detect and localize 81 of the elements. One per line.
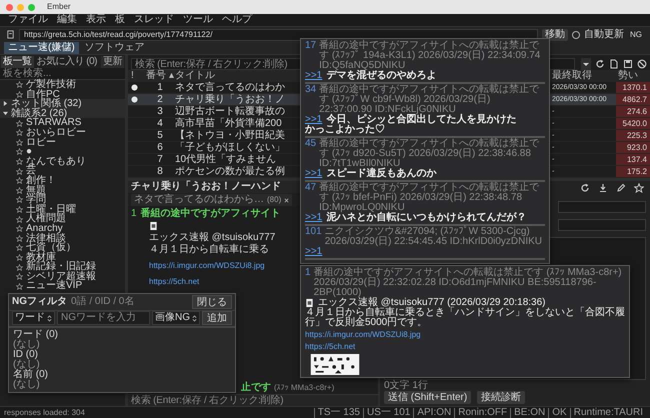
category-name: ネット関係 (32) [11,99,82,109]
board-name: おいらロビー [26,128,86,138]
momentum-cell: 1370.1 [616,82,650,93]
thread-title: 10代男性「すみません [175,154,276,164]
table-cell: 6 [157,142,163,152]
momentum-cell: 5420.0 [616,118,650,129]
thread-title: 辺野古ボート転覆事故の [175,106,285,116]
board-name: 法律相談 [26,234,66,244]
post-header: 番組の途中ですがアフィサイトへの転載は禁止です (ｽﾌｯﾌﾟW cb9f-Wb8l) 2026/03/29(日) 22:37:00.90 ID:NFckLjG0NIKU [319,85,540,115]
empty-text: (なし) [13,340,40,350]
board-name: 無題 [26,186,46,196]
thread-title: 【ネトウヨ・小野田紀美 [175,130,285,140]
board-name: STARWARS [26,118,82,128]
board-name: 教材庫 [26,252,56,262]
window-title: Ember [47,2,71,12]
board-name: 芸 [26,166,36,176]
character-counter: 0文字 1行 [384,380,429,391]
post-name: 止です [241,383,271,393]
momentum-cell: 4862.7 [616,94,650,105]
checkbox-label: 自動更新 [584,30,624,40]
status-item: API:ON [413,408,454,418]
board-name: 土曜・日曜 [26,204,76,214]
post-text: スピード違反もあんのか [326,169,436,179]
post-author: エックス速報 @tsuisoku777 [149,233,276,243]
category-name: 雑談系2 (26) [11,108,68,118]
status-item: TS一 135 [314,408,363,418]
dialog-title: NGフィルタ [12,296,67,307]
status-item: OK [548,408,570,418]
board-name: 学問 [26,195,46,205]
board-name: ロビー [26,138,56,148]
thread-title: 高市早苗「外貨準備200 [175,118,282,128]
board-name: ゲ製作技術 [26,80,76,90]
post-header: 番組の途中ですがアフィサイトへの転載は禁止です (ｽﾌｯﾌﾟ 194a-K3L1) 2026/03/29(日) 22:34:09.74 ID:Q5faNQ5DNIKU [319,41,542,71]
board-name: 創作！ [26,176,56,186]
momentum-cell: 137.4 [616,154,650,165]
momentum-cell: 274.6 [616,106,650,117]
status-item: BE:ON [510,408,548,418]
section-title: 名前 (0) [13,370,48,380]
table-cell: 7 [157,154,163,164]
dialog-summary: 0語 / 0ID / 0名 [71,296,134,307]
post-header: ニクイシクツウ&#27094; (ｽﾌｯﾌﾟW 5300-Cjcg) 2026/03/29(日) 22:54:45.45 ID:hKrlD0i0yzDNIKU [324,227,544,247]
post-header: 番組の途中ですがアフィサイトへの転載は禁止です (ｽﾌｯ d920-Su5T) 2026/03/29(日) 22:38:46.88 ID:7tT1wBIl0NIKU [319,139,540,169]
post-text: 今日、ピシッと合図出してた人を見かけた [326,115,516,125]
board-name: 自作PC [26,90,60,100]
board-name: 人権問題 [26,214,66,224]
board-name: ● [26,147,32,157]
thread-title: 「子どもがほしくない」 [175,142,285,152]
empty-text: (なし) [13,360,40,370]
empty-text: (なし) [13,380,40,390]
board-name: ニュー速VIP [26,281,82,292]
thread-title: ネタで言ってるのはわか [175,82,285,92]
table-cell: 5 [157,130,163,140]
board-name: 新記録・旧記録 [26,262,96,272]
board-name: なんでもあり [26,156,86,166]
post-body: ４月１日から自転車に乗る [149,245,269,255]
status-item: Ronin:OFF [454,408,510,418]
board-name: 七資（仮） [26,243,76,253]
table-cell: 3 [157,106,163,116]
table-cell: 2 [157,94,163,104]
momentum-cell: 225.3 [616,130,650,141]
post-header: 番組の途中ですがアフィサイトへの転載は禁止です (ｽﾌｯ MMa3-c8r+) 2026/03/29(日) 22:32:02.28 ID:O6d1mjFMNIKU BE:595118796-2BP(1000) [314,268,623,298]
post-text: ４月１日から自転車に乗るとき「ハンドサイン」をしないと「合図不履行」で反則金5000円です。 [305,308,625,328]
post-text: デマを混ぜるのやめろよ [326,71,436,81]
board-name: Anarchy [26,224,63,234]
board-name: シベリア超速報 [26,272,96,282]
thread-title: チャリ乗り「うおお！ノ [175,94,285,104]
section-title: ワード (0) [13,330,58,340]
post-id: (ｽﾌｯ MMa3-c8r+) [274,383,334,393]
table-cell: 8 [157,166,163,176]
momentum-cell: 175.2 [616,166,650,177]
status-text: responses loaded: 304 [4,408,85,418]
section-title: ID (0) [13,350,38,360]
table-cell: 1 [157,82,163,92]
momentum-cell: 923.0 [616,142,650,153]
table-cell: 4 [157,118,163,128]
post-name: 番組の途中ですがアフィサイト [140,209,281,219]
status-item: US一 101 [362,408,414,418]
thread-title: ポケセンの数が最たる例 [175,166,285,176]
post-text: 泥ハネとか自転にいつもかけられてんだが？ [326,213,526,223]
status-item: Runtime:TAURI [570,408,646,418]
post-author: エックス速報 @tsuisoku777 (2026/03/29 20:18:36) [318,298,546,308]
